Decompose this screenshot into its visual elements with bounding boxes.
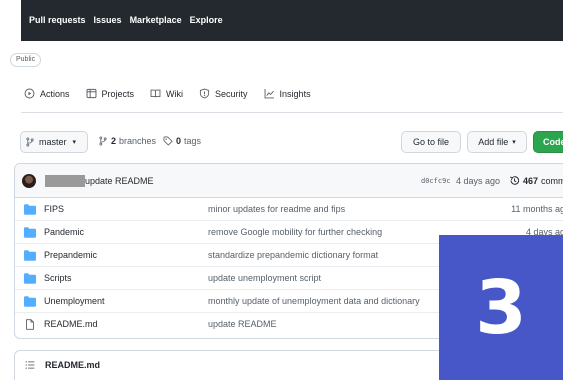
file-commit-message[interactable]: minor updates for readme and fips [208, 204, 345, 214]
file-commit-message[interactable]: remove Google mobility for further check… [208, 227, 382, 237]
book-icon [150, 89, 161, 98]
list-icon[interactable] [25, 360, 35, 370]
folder-icon [24, 273, 36, 284]
tag-count: 0 [176, 136, 182, 146]
tab-label: Projects [101, 88, 135, 99]
branch-count: 2 [111, 136, 117, 146]
folder-icon [24, 204, 36, 215]
latest-commit-message[interactable]: update README [85, 176, 154, 186]
tab-label: Insights [279, 88, 311, 99]
visibility-badge: Public [10, 53, 42, 67]
global-nav: Pull requests Issues Marketplace Explore [29, 15, 223, 25]
play-circle-icon [24, 88, 35, 99]
branch-count-label: branches [119, 136, 157, 146]
chevron-down-icon: ▾ [512, 139, 516, 146]
tab-projects[interactable]: Projects [86, 88, 135, 99]
tab-label: Actions [40, 88, 70, 99]
history-icon [510, 176, 520, 185]
commit-age: 4 days ago [456, 176, 501, 186]
project-table-icon [86, 88, 96, 99]
file-commit-message[interactable]: standardize prepandemic dictionary forma… [208, 250, 378, 260]
step-number: 3 [475, 264, 527, 351]
tab-actions[interactable]: Actions [24, 88, 70, 99]
file-row[interactable]: FIPS minor updates for readme and fips 1… [15, 198, 563, 221]
global-header: Pull requests Issues Marketplace Explore [21, 0, 563, 41]
tab-label: Security [215, 88, 248, 99]
graph-icon [264, 89, 274, 99]
code-button[interactable]: Code [533, 131, 563, 153]
shield-icon [199, 88, 210, 99]
tab-wiki[interactable]: Wiki [150, 88, 183, 99]
branch-icon [26, 137, 34, 147]
branches-link[interactable]: 2 branches [98, 136, 156, 146]
commit-history-link[interactable]: 467 comm [509, 175, 563, 186]
file-commit-message[interactable]: update unemployment script [208, 273, 321, 283]
tab-label: Wiki [166, 88, 184, 99]
commit-count: 467 [523, 175, 539, 186]
repo-tabs: Actions Projects Wiki Security Insights [24, 88, 327, 99]
nav-issues[interactable]: Issues [94, 15, 122, 25]
commit-sha[interactable]: d0cfc9c [421, 177, 451, 185]
branch-selector[interactable]: master ▾ [20, 131, 88, 153]
nav-explore[interactable]: Explore [190, 15, 223, 25]
folder-icon [24, 250, 36, 261]
chevron-down-icon: ▾ [72, 139, 77, 146]
file-name[interactable]: Prepandemic [44, 250, 97, 260]
file-name[interactable]: FIPS [44, 204, 64, 214]
branch-icon [99, 136, 107, 146]
file-name[interactable]: Scripts [44, 273, 72, 283]
tag-icon [163, 136, 173, 146]
go-to-file-button[interactable]: Go to file [401, 131, 461, 153]
tabs-divider [21, 112, 563, 113]
add-file-button[interactable]: Add file ▾ [467, 131, 527, 153]
avatar[interactable] [22, 174, 36, 188]
redacted-author [45, 175, 85, 187]
file-commit-message[interactable]: update README [208, 319, 277, 329]
latest-commit-bar: update README d0cfc9c 4 days ago 467 com… [15, 164, 563, 198]
tab-insights[interactable]: Insights [264, 88, 311, 99]
branch-name: master [39, 137, 67, 147]
file-name[interactable]: README.md [44, 319, 98, 329]
file-icon [26, 319, 34, 330]
tags-link[interactable]: 0 tags [163, 136, 201, 146]
readme-header: README.md [25, 360, 100, 370]
tag-count-label: tags [184, 136, 202, 146]
file-name[interactable]: Unemployment [44, 296, 105, 306]
commit-count-label: comm [541, 175, 563, 186]
tab-security[interactable]: Security [199, 88, 248, 99]
nav-marketplace[interactable]: Marketplace [130, 15, 182, 25]
folder-icon [24, 296, 36, 307]
file-commit-message[interactable]: monthly update of unemployment data and … [208, 296, 420, 306]
file-name[interactable]: Pandemic [44, 227, 84, 237]
add-file-label: Add file [478, 137, 509, 147]
step-number-overlay: 3 [439, 235, 563, 380]
file-age: 11 months ag [511, 204, 563, 214]
readme-title[interactable]: README.md [45, 360, 100, 370]
nav-pull-requests[interactable]: Pull requests [29, 15, 86, 25]
folder-icon [24, 227, 36, 238]
